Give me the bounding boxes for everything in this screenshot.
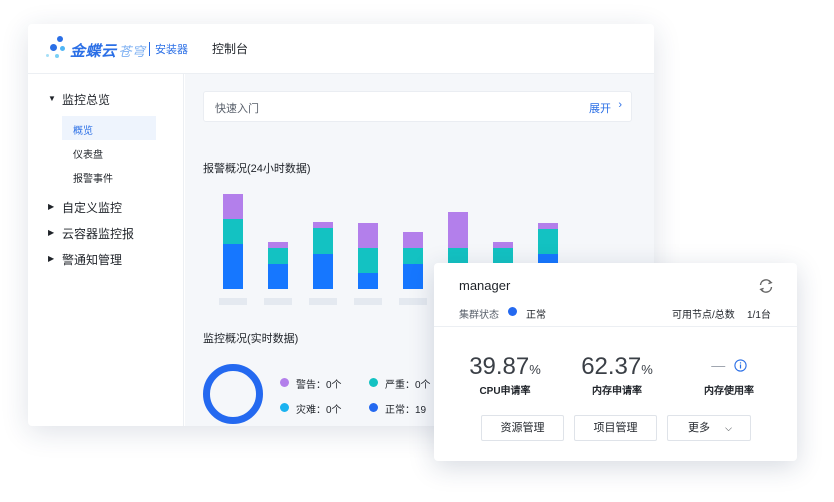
bar-segment bbox=[223, 219, 243, 244]
x-tick-label bbox=[219, 298, 247, 305]
sidebar-item-alert-notify[interactable]: ▶ 警通知管理 bbox=[28, 248, 184, 270]
installer-label: 安装器 bbox=[155, 44, 188, 56]
console-tab[interactable]: 控制台 bbox=[212, 40, 248, 57]
chevron-right-icon: › bbox=[618, 99, 622, 111]
legend-label: 正常：19 bbox=[385, 405, 427, 416]
bar-segment bbox=[313, 254, 333, 289]
brand-separator bbox=[149, 42, 150, 56]
cpu-unit: % bbox=[529, 362, 541, 377]
cluster-name: manager bbox=[459, 278, 511, 293]
legend-label: 严重：0个 bbox=[385, 380, 431, 391]
sidebar-item-overview[interactable]: 概览 bbox=[62, 116, 156, 140]
bar-segment bbox=[403, 264, 423, 289]
sidebar-item-alarm-events[interactable]: 报警事件 bbox=[62, 164, 156, 188]
sidebar-item-label: 云容器监控报 bbox=[62, 227, 135, 241]
sidebar-item-label: 仪表盘 bbox=[73, 150, 103, 161]
bar-segment bbox=[448, 212, 468, 248]
project-management-button[interactable]: 项目管理 bbox=[574, 415, 657, 441]
cpu-metric: 39.87% bbox=[450, 353, 560, 381]
x-tick-label bbox=[309, 298, 337, 305]
legend-dot bbox=[280, 378, 289, 387]
expand-button[interactable]: 展开 bbox=[589, 100, 611, 116]
sidebar-item-label: 报警事件 bbox=[73, 174, 113, 185]
status-dot bbox=[508, 307, 517, 316]
cluster-status-value: 正常 bbox=[526, 310, 546, 321]
bar-segment bbox=[493, 242, 513, 248]
sidebar-item-label: 自定义监控 bbox=[62, 201, 123, 215]
cpu-label: CPU申请率 bbox=[479, 386, 531, 397]
caret-right-icon: ▶ bbox=[48, 228, 55, 237]
memory-request-unit: % bbox=[641, 362, 653, 377]
memory-request-metric: 62.37% bbox=[562, 353, 672, 381]
legend-dot bbox=[280, 403, 289, 412]
bar-segment bbox=[268, 264, 288, 289]
bar-segment bbox=[358, 248, 378, 273]
sidebar-item-label: 监控总览 bbox=[62, 93, 111, 107]
monitor-section-title: 监控概况(实时数据) bbox=[203, 333, 299, 345]
legend-dot bbox=[369, 403, 378, 412]
brand-name: 金蝶云 苍穹 bbox=[70, 43, 146, 60]
cluster-card: manager 集群状态 正常 可用节点/总数 1/1台 39.87% CPU申… bbox=[434, 263, 797, 461]
bar-segment bbox=[403, 248, 423, 264]
memory-usage-label: 内存使用率 bbox=[704, 386, 754, 397]
sidebar-item-dashboard[interactable]: 仪表盘 bbox=[62, 140, 156, 164]
brand-sub: 苍穹 bbox=[118, 44, 146, 59]
sidebar: ▼ 监控总览 概览 仪表盘 报警事件 ▶ 自定义监控 ▶ 云容器监控报 ▶ 警通… bbox=[28, 74, 184, 426]
bar-segment bbox=[313, 222, 333, 228]
more-label: 更多 bbox=[688, 422, 710, 434]
quick-start-label: 快速入门 bbox=[215, 103, 259, 115]
sidebar-item-monitor-overview[interactable]: ▼ 监控总览 bbox=[28, 88, 184, 110]
info-icon[interactable] bbox=[734, 359, 747, 372]
sidebar-item-cloud-container[interactable]: ▶ 云容器监控报 bbox=[28, 222, 184, 244]
quick-start-bar[interactable]: 快速入门 展开 › bbox=[203, 91, 632, 122]
bar-segment bbox=[223, 244, 243, 289]
sidebar-item-custom-monitor[interactable]: ▶ 自定义监控 bbox=[28, 196, 184, 218]
cluster-status-label: 集群状态 bbox=[459, 310, 499, 321]
logo-icon bbox=[46, 34, 70, 64]
memory-request-value: 62.37 bbox=[581, 353, 642, 380]
bar-segment bbox=[538, 229, 558, 254]
memory-usage-metric: — bbox=[674, 357, 784, 375]
more-dropdown-button[interactable]: 更多 ⌵ bbox=[667, 415, 751, 441]
refresh-icon[interactable] bbox=[757, 277, 775, 295]
logo[interactable]: 金蝶云 苍穹 安装器 bbox=[46, 34, 196, 64]
resource-management-button[interactable]: 资源管理 bbox=[481, 415, 564, 441]
bar-segment bbox=[268, 242, 288, 248]
chevron-down-icon: ⌵ bbox=[725, 423, 732, 433]
status-donut-chart bbox=[203, 364, 263, 424]
caret-right-icon: ▶ bbox=[48, 254, 55, 263]
memory-usage-value: — bbox=[711, 357, 726, 373]
nodes-value: 1/1台 bbox=[747, 310, 771, 321]
bar-segment bbox=[538, 223, 558, 229]
bar-segment bbox=[448, 248, 468, 264]
bar-segment bbox=[313, 228, 333, 254]
bar-segment bbox=[493, 248, 513, 264]
caret-down-icon: ▼ bbox=[48, 94, 56, 103]
x-tick-label bbox=[399, 298, 427, 305]
bar-segment bbox=[358, 273, 378, 289]
memory-request-label: 内存申请率 bbox=[592, 386, 642, 397]
card-divider bbox=[434, 326, 797, 327]
bar-segment bbox=[268, 248, 288, 264]
caret-right-icon: ▶ bbox=[48, 202, 55, 211]
bar-segment bbox=[358, 223, 378, 248]
sidebar-item-label: 概览 bbox=[73, 126, 93, 137]
cpu-value: 39.87 bbox=[469, 353, 530, 380]
bar-segment bbox=[223, 194, 243, 219]
x-tick-label bbox=[264, 298, 292, 305]
bar-segment bbox=[403, 232, 423, 248]
sidebar-item-label: 警通知管理 bbox=[62, 253, 123, 267]
top-bar: 金蝶云 苍穹 安装器 控制台 bbox=[28, 24, 654, 74]
x-tick-label bbox=[354, 298, 382, 305]
alarm-section-title: 报警概况(24小时数据) bbox=[203, 163, 311, 175]
nodes-label: 可用节点/总数 bbox=[672, 310, 735, 321]
legend-dot bbox=[369, 378, 378, 387]
legend-label: 灾难：0个 bbox=[296, 405, 342, 416]
legend-label: 警告：0个 bbox=[296, 380, 342, 391]
